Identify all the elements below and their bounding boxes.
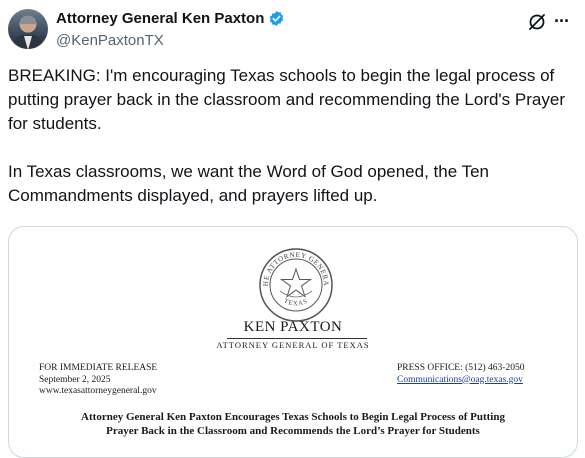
author-handle[interactable]: @KenPaxtonTX [56,32,164,49]
grok-icon[interactable] [527,12,547,32]
author-display-name[interactable]: Attorney General Ken Paxton [56,10,264,27]
release-label: FOR IMMEDIATE RELEASE [39,363,158,373]
avatar[interactable] [8,9,48,49]
press-release-image: THE ATTORNEY GENERAL TEXAS KEN PAXTON AT… [9,227,577,457]
more-options-icon[interactable]: ··· [554,11,570,32]
press-office-info: PRESS OFFICE: (512) 463-2050 Communicati… [397,363,524,386]
media-card[interactable]: THE ATTORNEY GENERAL TEXAS KEN PAXTON AT… [8,226,578,458]
headline-line-2: Prayer Back in the Classroom and Recomme… [106,425,480,437]
headline-line-1: Attorney General Ken Paxton Encourages T… [81,411,505,423]
release-info: FOR IMMEDIATE RELEASE September 2, 2025 … [39,363,157,398]
press-office-email: Communications@oag.texas.gov [397,374,523,385]
press-office-phone: PRESS OFFICE: (512) 463-2050 [397,363,525,373]
tweet-text: BREAKING: I'm encouraging Texas schools … [8,66,565,205]
press-release-headline: Attorney General Ken Paxton Encourages T… [39,410,547,438]
release-website: www.texasattorneygeneral.gov [39,386,157,396]
verified-badge-icon[interactable] [268,10,285,27]
attorney-general-seal-icon: THE ATTORNEY GENERAL TEXAS [258,247,333,322]
press-release-role: ATTORNEY GENERAL OF TEXAS [216,340,370,350]
release-date: September 2, 2025 [39,374,111,385]
press-release-name: KEN PAXTON [243,319,343,335]
author-name-row: Attorney General Ken Paxton [56,10,285,27]
header-divider [227,338,367,339]
